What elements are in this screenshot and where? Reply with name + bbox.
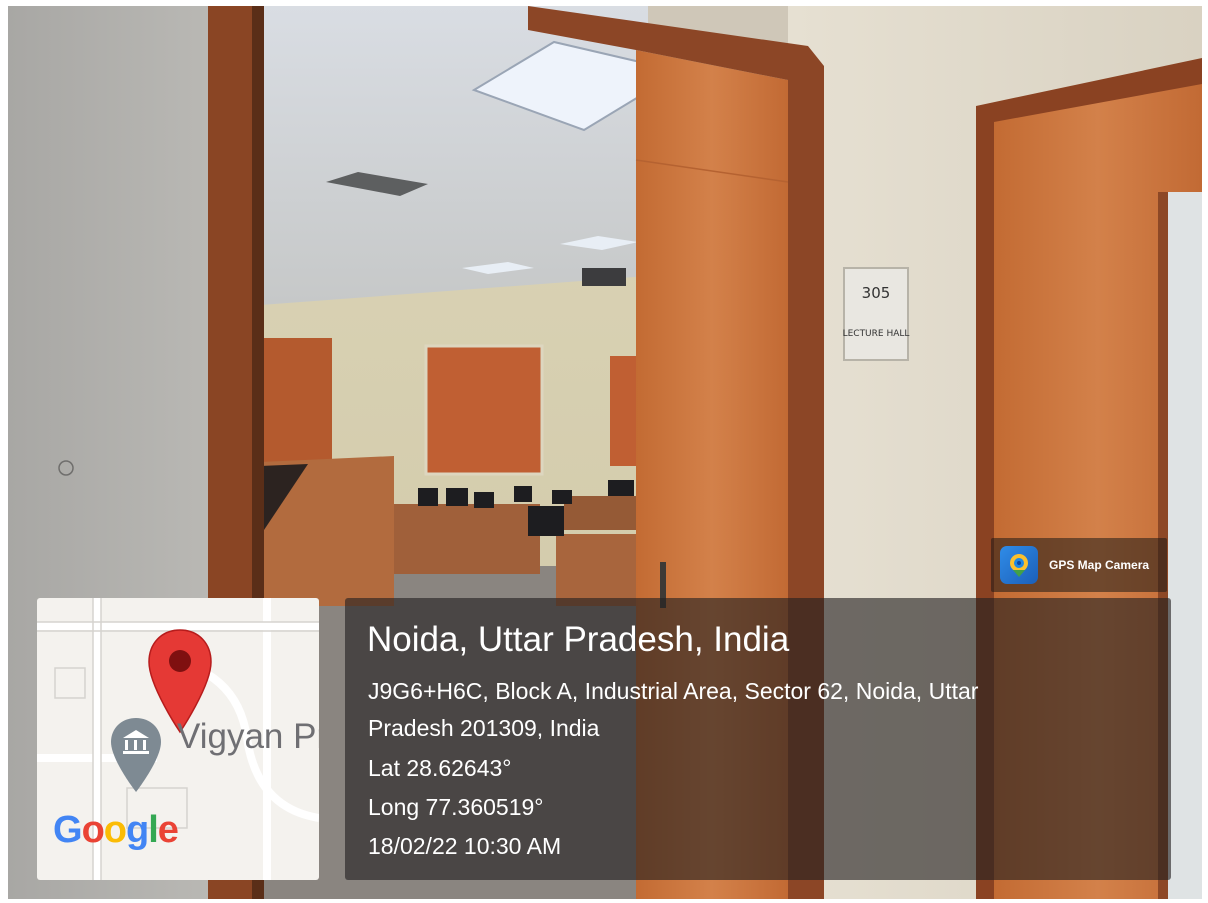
app-name: GPS Map Camera [1049, 558, 1150, 572]
address-line-1: J9G6+H6C, Block A, Industrial Area, Sect… [368, 678, 979, 704]
google-logo: Google [53, 809, 179, 851]
museum-icon [111, 718, 161, 792]
location-panel: Noida, Uttar Pradesh, India J9G6+H6C, Bl… [345, 598, 1171, 880]
room-sign-label: LECTURE HALL [843, 329, 910, 339]
app-badge: GPS Map Camera [991, 538, 1167, 592]
photo: 305 LECTURE HALL GPS Map Camera Vigyan P… [8, 6, 1202, 899]
location-title: Noida, Uttar Pradesh, India [367, 620, 790, 659]
map-thumbnail: Vigyan Pr Google [37, 598, 319, 880]
gps-map-camera-icon [1000, 546, 1038, 584]
map-place-label: Vigyan Pr [177, 717, 319, 756]
address-line-2: Pradesh 201309, India [368, 715, 600, 741]
longitude: Long 77.360519° [368, 794, 544, 820]
latitude: Lat 28.62643° [368, 755, 512, 781]
room-number: 305 [862, 284, 891, 302]
datetime: 18/02/22 10:30 AM [368, 833, 562, 859]
